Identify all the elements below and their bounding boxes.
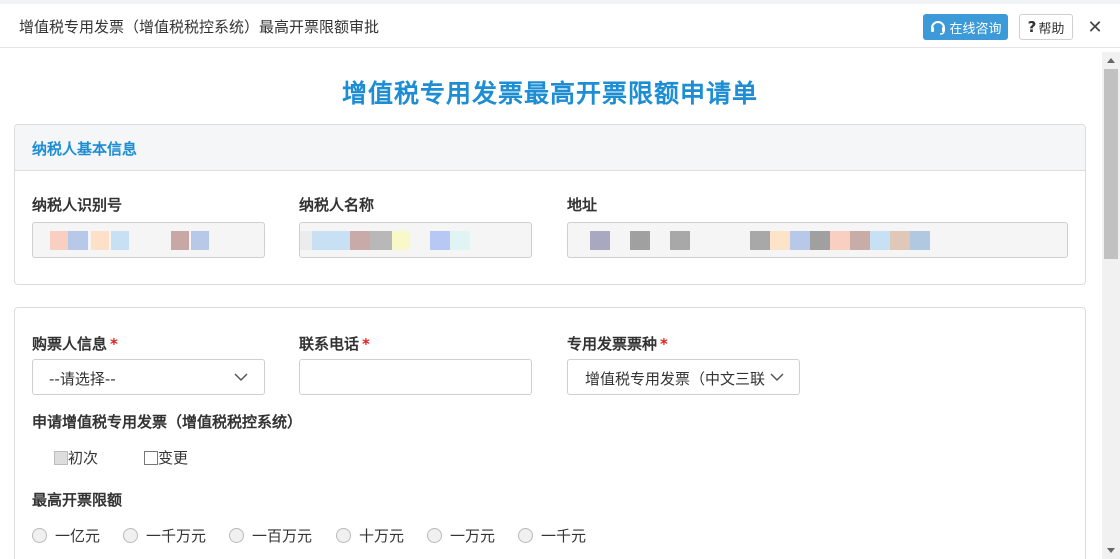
help-button[interactable]: ? 帮助 (1019, 14, 1073, 40)
radio-circle (123, 528, 138, 543)
address-label: 地址 (567, 196, 598, 214)
checkbox-label: 变更 (158, 449, 189, 467)
radio-circle (427, 528, 442, 543)
limit-option-1m[interactable]: 一百万元 (229, 525, 312, 546)
invoice-type-label-text: 专用发票票种 (567, 335, 658, 353)
radio-label: 一万元 (450, 527, 496, 545)
radio-label: 一千元 (541, 527, 587, 545)
checkbox-box (144, 450, 158, 465)
scroll-up-arrow-icon[interactable] (1107, 58, 1115, 63)
required-asterisk: * (362, 335, 370, 353)
tax-id-field (32, 222, 265, 258)
invoice-type-select[interactable]: 增值税专用发票（中文三联 (567, 359, 800, 395)
question-mark-icon: ? (1027, 18, 1037, 36)
buyer-info-label: 购票人信息 * (32, 333, 118, 354)
close-icon: ✕ (1087, 16, 1103, 38)
online-consult-label: 在线咨询 (949, 21, 1002, 37)
top-strip (0, 0, 1120, 4)
limit-option-100k[interactable]: 十万元 (336, 525, 404, 546)
buyer-info-label-text: 购票人信息 (32, 335, 108, 353)
phone-input[interactable] (299, 359, 532, 395)
limit-option-100m[interactable]: 一亿元 (32, 525, 100, 546)
address-field (567, 222, 1068, 258)
radio-label: 十万元 (359, 527, 405, 545)
buyer-select-value: --请选择-- (49, 370, 116, 388)
online-consult-button[interactable]: 在线咨询 (923, 14, 1008, 40)
taxpayer-name-field (299, 222, 532, 258)
limit-option-1k[interactable]: 一千元 (518, 525, 586, 546)
radio-label: 一百万元 (252, 527, 313, 545)
radio-label: 一千万元 (146, 527, 207, 545)
required-asterisk: * (660, 335, 668, 353)
radio-circle (32, 528, 47, 543)
help-label: 帮助 (1038, 21, 1065, 37)
taxpayer-info-header: 纳税人基本信息 (15, 125, 1085, 171)
radio-circle (336, 528, 351, 543)
dialog-title: 增值税专用发票（增值税税控系统）最高开票限额审批 (19, 18, 380, 36)
vertical-scrollbar[interactable] (1102, 52, 1120, 559)
scrollbar-thumb[interactable] (1104, 69, 1118, 259)
radio-circle (518, 528, 533, 543)
taxpayer-info-panel: 纳税人基本信息 (14, 124, 1086, 285)
chevron-down-icon (234, 373, 248, 382)
headset-icon (931, 21, 946, 35)
checkbox-box (54, 450, 68, 465)
limit-option-10k[interactable]: 一万元 (427, 525, 495, 546)
max-limit-label: 最高开票限额 (32, 491, 123, 509)
chevron-down-icon (770, 373, 784, 382)
phone-label: 联系电话 * (299, 333, 370, 354)
form-title: 增值税专用发票最高开票限额申请单 (341, 79, 758, 108)
taxpayer-info-heading: 纳税人基本信息 (32, 140, 138, 158)
invoice-type-select-value: 增值税专用发票（中文三联 (585, 370, 766, 388)
taxpayer-name-label: 纳税人名称 (299, 196, 375, 214)
phone-label-text: 联系电话 (299, 335, 360, 353)
change-application-checkbox[interactable]: 变更 (144, 447, 188, 468)
checkbox-label: 初次 (68, 449, 99, 467)
limit-option-10m[interactable]: 一千万元 (123, 525, 206, 546)
invoice-type-label: 专用发票票种 * (567, 333, 668, 354)
required-asterisk: * (110, 335, 118, 353)
apply-type-label: 申请增值税专用发票（增值税税控系统） (32, 413, 303, 431)
close-button[interactable]: ✕ (1083, 14, 1107, 40)
initial-application-checkbox[interactable]: 初次 (54, 447, 98, 468)
buyer-select[interactable]: --请选择-- (32, 359, 265, 395)
radio-circle (229, 528, 244, 543)
application-info-panel (14, 307, 1086, 559)
dialog-titlebar: 增值税专用发票（增值税税控系统）最高开票限额审批 在线咨询 ? 帮助 ✕ (0, 0, 1120, 48)
tax-id-label: 纳税人识别号 (32, 196, 123, 214)
scroll-down-arrow-icon[interactable] (1107, 548, 1115, 553)
radio-label: 一亿元 (55, 527, 101, 545)
